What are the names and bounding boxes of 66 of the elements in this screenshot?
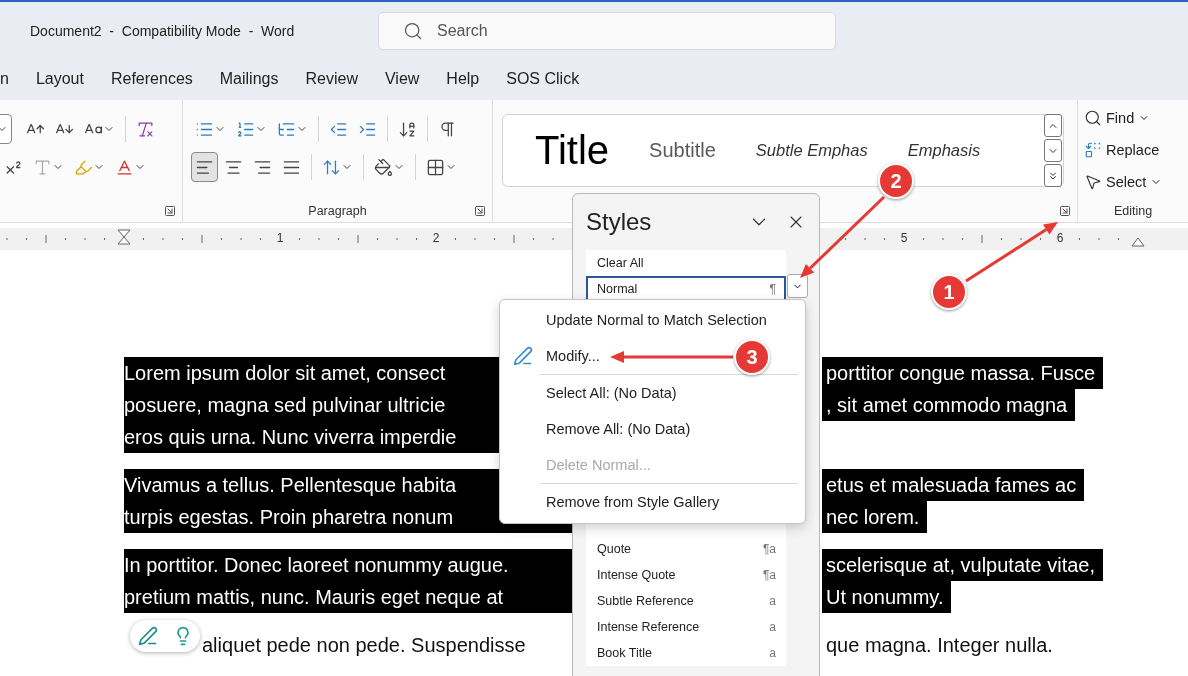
ribbon-tab[interactable]: View xyxy=(384,69,420,91)
document-text: , sit amet commodo magna xyxy=(822,389,1076,421)
search-icon xyxy=(403,21,423,41)
ribbon-tab[interactable]: Layout xyxy=(35,69,84,91)
document-text: nec lorem. xyxy=(822,501,928,533)
style-dropdown-button[interactable] xyxy=(787,274,808,298)
document-text: Ut nonummy. xyxy=(822,581,952,613)
dialog-launcher-icon[interactable] xyxy=(474,205,486,217)
ribbon-tab[interactable]: Review xyxy=(305,69,358,91)
align-left-button[interactable] xyxy=(191,152,218,182)
gallery-style[interactable]: Subtitle xyxy=(649,139,716,162)
more-button[interactable] xyxy=(1044,164,1062,187)
ruler-number: 6 xyxy=(1056,231,1064,245)
menu-item[interactable]: Update Normal to Match Selection xyxy=(500,302,767,338)
pen-icon xyxy=(513,346,533,366)
style-item[interactable]: Book Title a xyxy=(586,640,786,666)
document-text: scelerisque at, vulputate vitae, xyxy=(822,549,1104,581)
line-spacing-icon xyxy=(322,157,341,177)
style-item[interactable]: Quote ¶a xyxy=(586,536,786,562)
find-button[interactable]: Find xyxy=(1084,102,1188,134)
scroll-up-button[interactable] xyxy=(1044,114,1062,137)
group-label: Editing xyxy=(1112,204,1154,218)
scroll-down-button[interactable] xyxy=(1044,139,1062,162)
ribbon-tab[interactable]: Help xyxy=(446,69,480,91)
ruler-number: 2 xyxy=(432,231,440,245)
font-color-icon xyxy=(115,157,134,177)
search-field[interactable]: Search xyxy=(378,12,836,50)
ruler-number: 5 xyxy=(900,231,908,245)
document-text: etus et malesuada fames ac xyxy=(822,469,1085,501)
style-item[interactable]: Clear All xyxy=(586,250,786,276)
style-item[interactable]: Intense Quote ¶a xyxy=(586,562,786,588)
replace-button[interactable]: Replace xyxy=(1084,134,1188,166)
style-item[interactable]: Subtle Reference a xyxy=(586,588,786,614)
ruler-number: 1 xyxy=(276,231,284,245)
shading-icon xyxy=(374,157,393,177)
ribbon-tab[interactable]: SOS Click xyxy=(506,69,580,91)
dialog-launcher-icon[interactable] xyxy=(164,205,176,217)
document-text: In porttitor. Donec laoreet nonummy augue. xyxy=(124,549,572,581)
gallery-style[interactable]: Emphasis xyxy=(907,141,981,160)
pane-title: Styles xyxy=(586,208,653,236)
pencil-icon[interactable] xyxy=(137,626,158,646)
ribbon-tab[interactable]: n xyxy=(0,69,9,91)
document-text: pretium mattis, nunc. Mauris eget neque at xyxy=(124,581,572,613)
gallery-style[interactable]: Subtle Emphas xyxy=(755,141,868,160)
indent-marker-icon[interactable] xyxy=(1131,237,1145,247)
ribbon-tab[interactable]: Mailings xyxy=(219,69,279,91)
button-label: Find xyxy=(1106,110,1135,126)
dialog-launcher-icon[interactable] xyxy=(1059,205,1071,217)
button-label: Replace xyxy=(1106,142,1160,158)
borders-icon xyxy=(426,157,445,177)
document-text: porttitor congue massa. Fusce xyxy=(822,357,1103,389)
indent-marker-icon[interactable] xyxy=(117,229,131,247)
gallery-style[interactable]: Title xyxy=(535,128,610,173)
double-chevron-icon xyxy=(1047,169,1059,182)
group-label: Paragraph xyxy=(307,204,368,218)
window-title: Document2 - Compatibility Mode - Word xyxy=(29,23,296,39)
style-item[interactable]: Intense Reference a xyxy=(586,614,786,640)
pointer-icon xyxy=(1084,173,1102,191)
document-text: aliquet pede non pede. Suspendisse xyxy=(202,633,527,658)
ribbon-tab[interactable]: References xyxy=(110,69,193,91)
search-icon xyxy=(1084,109,1102,127)
select-button[interactable]: Select xyxy=(1084,166,1188,198)
step-badge: 1 xyxy=(931,274,967,310)
document-text: que magna. Integer nulla. xyxy=(825,633,1054,658)
button-label: Select xyxy=(1106,174,1147,190)
replace-icon xyxy=(1084,141,1102,159)
